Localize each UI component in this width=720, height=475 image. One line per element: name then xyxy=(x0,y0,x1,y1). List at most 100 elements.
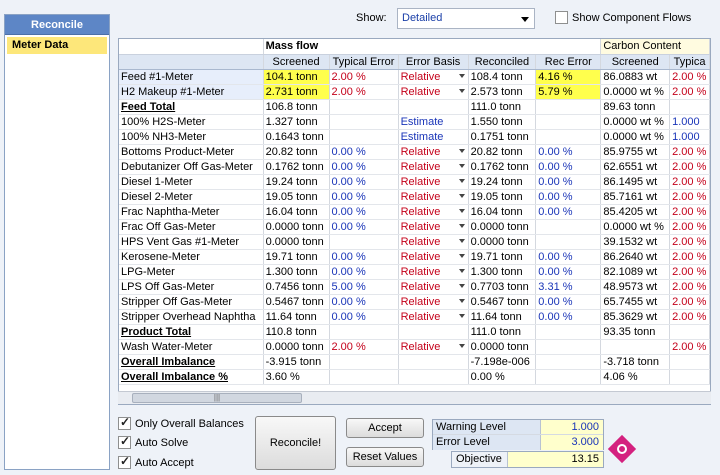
error-basis-cell[interactable]: Relative xyxy=(398,144,469,160)
carbon-typical-cell[interactable]: 1.000 xyxy=(669,114,710,130)
screened-cell[interactable]: 0.0000 tonn xyxy=(263,234,330,250)
carbon-typical-cell[interactable] xyxy=(669,99,710,115)
carbon-screened-cell[interactable]: 0.0000 wt % xyxy=(600,84,671,100)
typical-error-cell[interactable]: 0.00 % xyxy=(329,144,399,160)
table-row[interactable]: Product Total 110.8 tonn 111.0 tonn 93.35 t… xyxy=(119,324,710,340)
only-overall-checkbox[interactable] xyxy=(118,415,131,430)
reconciled-cell[interactable]: 0.0000 tonn xyxy=(468,219,537,235)
rec-error-cell[interactable] xyxy=(535,339,602,355)
error-basis-cell[interactable]: Relative xyxy=(398,339,469,355)
typical-error-cell[interactable]: 5.00 % xyxy=(329,279,399,295)
reconciled-cell[interactable]: 1.550 tonn xyxy=(468,114,537,130)
carbon-typical-cell[interactable]: 2.00 % xyxy=(669,234,710,250)
table-row[interactable]: 100% H2S-Meter 1.327 tonn Estimate 1.550 to… xyxy=(119,114,710,130)
typical-error-cell[interactable]: 2.00 % xyxy=(329,339,399,355)
table-row[interactable]: Overall Imbalance % 3.60 % 0.00 % 4.06 % xyxy=(119,369,710,385)
carbon-typical-cell[interactable]: 2.00 % xyxy=(669,339,710,355)
error-basis-cell[interactable] xyxy=(398,354,469,370)
screened-cell[interactable]: 110.8 tonn xyxy=(263,324,330,340)
carbon-typical-cell[interactable]: 2.00 % xyxy=(669,309,710,325)
chevron-down-icon[interactable] xyxy=(458,88,465,93)
screened-cell[interactable]: 1.300 tonn xyxy=(263,264,330,280)
carbon-screened-cell[interactable]: 85.4205 wt xyxy=(600,204,671,220)
rec-error-cell[interactable]: 0.00 % xyxy=(535,189,602,205)
error-basis-cell[interactable]: Relative xyxy=(398,279,469,295)
error-basis-cell[interactable]: Relative xyxy=(398,159,469,175)
error-basis-cell[interactable]: Relative xyxy=(398,84,469,100)
typical-error-cell[interactable] xyxy=(329,99,399,115)
reconciled-cell[interactable]: 0.00 % xyxy=(468,369,537,385)
table-row[interactable]: Feed #1-Meter 104.1 tonn 2.00 % Relative 108… xyxy=(119,69,710,85)
rec-error-cell[interactable]: 0.00 % xyxy=(535,159,602,175)
show-component-flows-option[interactable]: Show Component Flows xyxy=(555,11,691,24)
reconciled-cell[interactable]: 0.1762 tonn xyxy=(468,159,537,175)
error-basis-cell[interactable]: Relative xyxy=(398,174,469,190)
carbon-screened-cell[interactable]: 93.35 tonn xyxy=(600,324,671,340)
carbon-typical-cell[interactable]: 1.000 xyxy=(669,129,710,145)
reconciled-cell[interactable]: 11.64 tonn xyxy=(468,309,537,325)
table-row[interactable]: Kerosene-Meter 19.71 tonn 0.00 % Relative 19… xyxy=(119,249,710,265)
rec-error-cell[interactable]: 0.00 % xyxy=(535,144,602,160)
table-row[interactable]: Stripper Off Gas-Meter 0.5467 tonn 0.00 % R… xyxy=(119,294,710,310)
chevron-down-icon[interactable] xyxy=(458,223,465,228)
chevron-down-icon[interactable] xyxy=(458,253,465,258)
carbon-typical-cell[interactable]: 2.00 % xyxy=(669,249,710,265)
typical-error-cell[interactable]: 0.00 % xyxy=(329,309,399,325)
col-carbon-typical[interactable]: Typica xyxy=(669,54,710,70)
typical-error-cell[interactable]: 0.00 % xyxy=(329,174,399,190)
reconciled-cell[interactable]: 16.04 tonn xyxy=(468,204,537,220)
carbon-screened-cell[interactable]: 4.06 % xyxy=(600,369,671,385)
carbon-typical-cell[interactable]: 2.00 % xyxy=(669,69,710,85)
accept-button[interactable]: Accept xyxy=(346,418,424,438)
carbon-screened-cell[interactable] xyxy=(600,339,671,355)
carbon-screened-cell[interactable]: 85.7161 wt xyxy=(600,189,671,205)
carbon-screened-cell[interactable]: 62.6551 wt xyxy=(600,159,671,175)
carbon-typical-cell[interactable]: 2.00 % xyxy=(669,219,710,235)
col-error-basis[interactable]: Error Basis xyxy=(398,54,469,70)
screened-cell[interactable]: 11.64 tonn xyxy=(263,309,330,325)
reconciled-cell[interactable]: 1.300 tonn xyxy=(468,264,537,280)
table-row[interactable]: Bottoms Product-Meter 20.82 tonn 0.00 % Rel… xyxy=(119,144,710,160)
error-level-input[interactable]: 3.000 xyxy=(541,435,603,450)
carbon-typical-cell[interactable]: 2.00 % xyxy=(669,279,710,295)
chevron-down-icon[interactable] xyxy=(458,343,465,348)
table-row[interactable]: 100% NH3-Meter 0.1643 tonn Estimate 0.1751 … xyxy=(119,129,710,145)
sidebar-header[interactable]: Reconcile xyxy=(5,15,109,35)
rec-error-cell[interactable]: 0.00 % xyxy=(535,309,602,325)
screened-cell[interactable]: 0.5467 tonn xyxy=(263,294,330,310)
reconciled-cell[interactable]: 111.0 tonn xyxy=(468,324,537,340)
rec-error-cell[interactable]: 5.79 % xyxy=(535,84,602,100)
table-row[interactable]: Debutanizer Off Gas-Meter 0.1762 tonn 0.00… xyxy=(119,159,710,175)
sidebar-item-meter-data[interactable]: Meter Data xyxy=(7,37,107,54)
table-row[interactable]: Wash Water-Meter 0.0000 tonn 2.00 % Relativ… xyxy=(119,339,710,355)
chevron-down-icon[interactable] xyxy=(458,208,465,213)
chevron-down-icon[interactable] xyxy=(458,283,465,288)
typical-error-cell[interactable]: 0.00 % xyxy=(329,204,399,220)
reconciled-cell[interactable]: 19.05 tonn xyxy=(468,189,537,205)
typical-error-cell[interactable]: 2.00 % xyxy=(329,69,399,85)
typical-error-cell[interactable] xyxy=(329,129,399,145)
chevron-down-icon[interactable] xyxy=(458,268,465,273)
reconciled-cell[interactable]: 0.0000 tonn xyxy=(468,234,537,250)
chevron-down-icon[interactable] xyxy=(458,73,465,78)
rec-error-cell[interactable] xyxy=(535,354,602,370)
carbon-typical-cell[interactable] xyxy=(669,354,710,370)
rec-error-cell[interactable] xyxy=(535,114,602,130)
table-row[interactable]: Diesel 2-Meter 19.05 tonn 0.00 % Relative 19… xyxy=(119,189,710,205)
rec-error-cell[interactable]: 0.00 % xyxy=(535,264,602,280)
screened-cell[interactable]: 0.0000 tonn xyxy=(263,219,330,235)
typical-error-cell[interactable] xyxy=(329,324,399,340)
screened-cell[interactable]: 0.1762 tonn xyxy=(263,159,330,175)
error-basis-cell[interactable]: Relative xyxy=(398,264,469,280)
reconciled-cell[interactable]: 0.7703 tonn xyxy=(468,279,537,295)
carbon-typical-cell[interactable]: 2.00 % xyxy=(669,204,710,220)
carbon-typical-cell[interactable]: 2.00 % xyxy=(669,159,710,175)
reconciled-cell[interactable]: 0.1751 tonn xyxy=(468,129,537,145)
error-basis-cell[interactable]: Relative xyxy=(398,249,469,265)
error-basis-cell[interactable]: Relative xyxy=(398,189,469,205)
reconciled-cell[interactable]: 19.71 tonn xyxy=(468,249,537,265)
col-reconciled[interactable]: Reconciled xyxy=(468,54,537,70)
carbon-screened-cell[interactable]: 86.1495 wt xyxy=(600,174,671,190)
carbon-screened-cell[interactable]: 85.9755 wt xyxy=(600,144,671,160)
reconciled-cell[interactable]: 111.0 tonn xyxy=(468,99,537,115)
